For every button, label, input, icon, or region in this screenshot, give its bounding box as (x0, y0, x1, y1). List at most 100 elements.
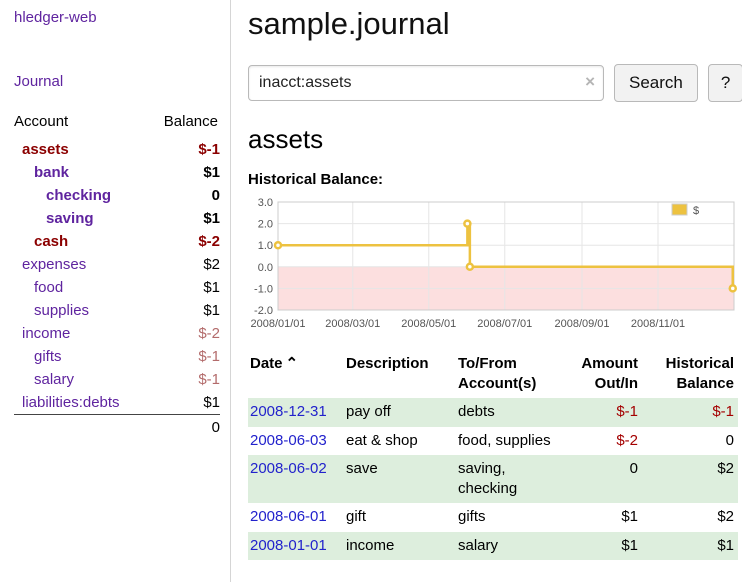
register-header-description: Description (344, 352, 456, 398)
account-name-cell: assets (14, 138, 148, 161)
search-field-wrap: × (248, 65, 604, 101)
register-accounts-cell: salary (456, 532, 560, 561)
account-row: bank $1 (14, 161, 220, 184)
register-header-balance: Historical Balance (642, 352, 738, 398)
account-balance: $1 (148, 276, 220, 299)
register-balance-cell: $-1 (642, 398, 738, 427)
account-link[interactable]: salary (34, 371, 74, 388)
search-input[interactable] (248, 65, 604, 101)
register-row: 2008-12-31pay offdebts$-1$-1 (248, 398, 738, 427)
accounts-header-balance: Balance (148, 111, 220, 138)
accounts-header-row: Account Balance (14, 111, 220, 138)
account-row: expenses $2 (14, 253, 220, 276)
register-balance-cell: $2 (642, 503, 738, 532)
svg-text:2008/03/01: 2008/03/01 (325, 318, 380, 330)
sidebar-nav: Journal (14, 73, 220, 91)
account-name-cell: cash (14, 230, 148, 253)
svg-text:2008/05/01: 2008/05/01 (401, 318, 456, 330)
account-balance: $-1 (148, 138, 220, 161)
chart-canvas: 3.02.01.00.0-1.0-2.02008/01/012008/03/01… (248, 194, 738, 344)
register-amount-cell: $-2 (560, 427, 642, 456)
account-link[interactable]: income (22, 325, 70, 342)
accounts-header-account: Account (14, 111, 148, 138)
account-row: liabilities:debts $1 (14, 391, 220, 415)
accounts-table: Account Balance assets $-1 bank $1 checking 0… (14, 111, 220, 439)
journal-nav-link[interactable]: Journal (14, 73, 63, 90)
account-link[interactable]: assets (22, 141, 69, 158)
account-balance: $-2 (148, 230, 220, 253)
register-row: 2008-06-01giftgifts$1$2 (248, 503, 738, 532)
register-balance-cell: $1 (642, 532, 738, 561)
transaction-date-link[interactable]: 2008-12-31 (250, 403, 327, 420)
sidebar: hledger-web Journal Account Balance asse… (0, 0, 231, 582)
register-row: 2008-06-03 eat & shopfood, supplies$-20 (248, 427, 738, 456)
account-name-cell: gifts (14, 345, 148, 368)
register-header-date[interactable]: Date⌃ (248, 352, 344, 398)
clear-search-icon[interactable]: × (585, 72, 595, 92)
account-link[interactable]: cash (34, 233, 68, 250)
legend-label: $ (693, 205, 699, 217)
account-link[interactable]: checking (46, 187, 111, 204)
account-balance: $1 (148, 391, 220, 415)
account-link[interactable]: saving (46, 210, 94, 227)
account-balance: $1 (148, 161, 220, 184)
register-row: 2008-01-01incomesalary$1$1 (248, 532, 738, 561)
search-bar: × Search ? (248, 64, 742, 102)
account-row: cash $-2 (14, 230, 220, 253)
register-amount-cell: $-1 (560, 398, 642, 427)
account-balance: $-1 (148, 368, 220, 391)
transaction-date-link[interactable]: 2008-01-01 (250, 537, 327, 554)
register-accounts-cell: gifts (456, 503, 560, 532)
chart-title: Historical Balance: (248, 171, 742, 188)
register-description-cell: eat & shop (344, 427, 456, 456)
account-name-cell: food (14, 276, 148, 299)
svg-text:-2.0: -2.0 (254, 305, 273, 317)
accounts-total-row: 0 (14, 415, 220, 440)
account-name-cell: saving (14, 207, 148, 230)
account-link[interactable]: gifts (34, 348, 62, 365)
transaction-date-link[interactable]: 2008-06-03 (250, 432, 327, 449)
app-window: hledger-web Journal Account Balance asse… (0, 0, 742, 582)
legend-swatch (672, 204, 687, 215)
register-header-row: Date⌃ Description To/From Account(s) Amo… (248, 352, 738, 398)
register-balance-cell: $2 (642, 455, 738, 503)
register-balance-cell: 0 (642, 427, 738, 456)
search-button[interactable]: Search (614, 64, 698, 102)
account-link[interactable]: food (34, 279, 63, 296)
app-title-link[interactable]: hledger-web (14, 9, 97, 26)
account-name-cell: checking (14, 184, 148, 207)
account-row: salary $-1 (14, 368, 220, 391)
account-name-cell: income (14, 322, 148, 345)
register-date-cell: 2008-06-01 (248, 503, 344, 532)
svg-text:0.0: 0.0 (258, 262, 273, 274)
account-link[interactable]: supplies (34, 302, 89, 319)
help-button[interactable]: ? (708, 64, 742, 102)
svg-text:2008/11/01: 2008/11/01 (631, 318, 685, 330)
account-balance: $-2 (148, 322, 220, 345)
svg-text:2008/09/01: 2008/09/01 (554, 318, 609, 330)
account-row: income $-2 (14, 322, 220, 345)
register-accounts-cell: food, supplies (456, 427, 560, 456)
register-header-date-label: Date (250, 355, 283, 372)
account-balance: $-1 (148, 345, 220, 368)
sort-ascending-icon: ⌃ (286, 355, 299, 372)
register-accounts-cell: debts (456, 398, 560, 427)
transaction-date-link[interactable]: 2008-06-02 (250, 460, 327, 477)
account-row: assets $-1 (14, 138, 220, 161)
register-accounts-cell: saving, checking (456, 455, 560, 503)
account-balance: 0 (148, 184, 220, 207)
account-row: checking 0 (14, 184, 220, 207)
account-row: saving$1 (14, 207, 220, 230)
account-balance: $1 (148, 299, 220, 322)
register-header-accounts: To/From Account(s) (456, 352, 560, 398)
account-link[interactable]: liabilities:debts (22, 394, 120, 411)
page-title: sample.journal (248, 6, 742, 42)
account-name-cell: liabilities:debts (14, 391, 148, 415)
transaction-date-link[interactable]: 2008-06-01 (250, 508, 327, 525)
account-heading: assets (248, 124, 742, 155)
account-link[interactable]: bank (34, 164, 69, 181)
register-description-cell: save (344, 455, 456, 503)
account-link[interactable]: expenses (22, 256, 86, 273)
account-balance: $2 (148, 253, 220, 276)
register-date-cell: 2008-06-03 (248, 427, 344, 456)
